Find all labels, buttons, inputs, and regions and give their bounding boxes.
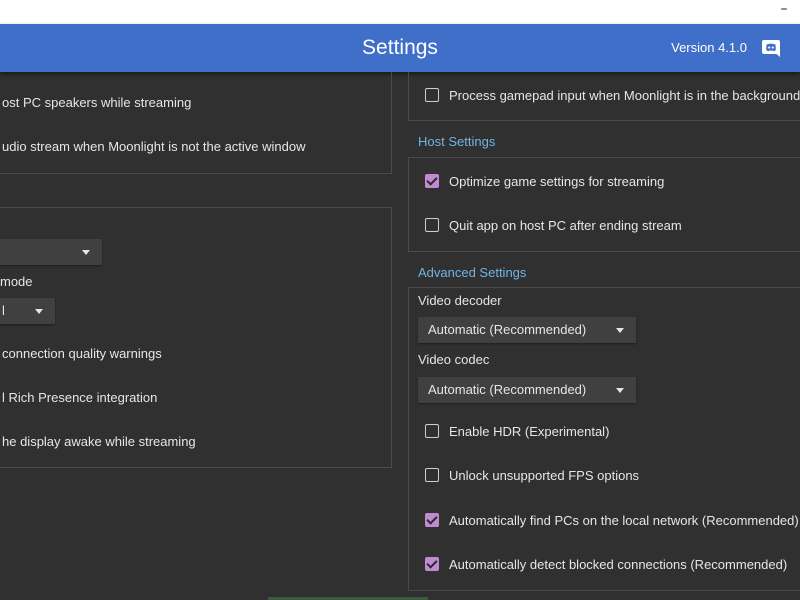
option-label: Automatically detect blocked connections… xyxy=(449,556,788,572)
host-option-quit-app[interactable]: Quit app on host PC after ending stream xyxy=(425,214,682,236)
checkbox[interactable] xyxy=(425,88,439,102)
advanced-option-find-pcs[interactable]: Automatically find PCs on the local netw… xyxy=(425,509,799,531)
host-option-optimize[interactable]: Optimize game settings for streaming xyxy=(425,170,664,192)
option-label: Automatically find PCs on the local netw… xyxy=(449,512,799,528)
ui-option-discord-presence[interactable]: l Rich Presence integration xyxy=(0,386,390,408)
option-label: Quit app on host PC after ending stream xyxy=(449,217,682,233)
gamepad-option-background-input[interactable]: Process gamepad input when Moonlight is … xyxy=(425,84,800,106)
version-label: Version 4.1.0 xyxy=(671,40,747,55)
option-label: he display awake while streaming xyxy=(2,433,196,449)
ui-option-keep-awake[interactable]: he display awake while streaming xyxy=(0,430,390,452)
minimize-button[interactable]: – xyxy=(774,0,794,24)
audio-option-play-on-host[interactable]: ost PC speakers while streaming xyxy=(0,91,392,113)
checkbox[interactable] xyxy=(425,424,439,438)
option-label: udio stream when Moonlight is not the ac… xyxy=(2,138,306,154)
video-codec-label: Video codec xyxy=(418,352,490,367)
advanced-option-hdr[interactable]: Enable HDR (Experimental) xyxy=(425,420,609,442)
advanced-option-detect-blocked[interactable]: Automatically detect blocked connections… xyxy=(425,553,787,575)
advanced-option-unlock-fps[interactable]: Unlock unsupported FPS options xyxy=(425,464,639,486)
ui-option-connection-warnings[interactable]: connection quality warnings xyxy=(0,342,390,364)
ui-options-clip: mode l connection quality warnings l Ric… xyxy=(0,208,390,467)
discord-icon[interactable] xyxy=(760,37,782,59)
option-label: Optimize game settings for streaming xyxy=(449,173,665,189)
option-label: Process gamepad input when Moonlight is … xyxy=(449,87,800,103)
option-label: Unlock unsupported FPS options xyxy=(449,467,640,483)
checkbox-checked[interactable] xyxy=(425,513,439,527)
checkbox[interactable] xyxy=(425,468,439,482)
host-settings-title: Host Settings xyxy=(418,134,496,149)
checkbox[interactable] xyxy=(425,218,439,232)
combo-value: Automatic (Recommended) xyxy=(428,322,587,337)
advanced-settings-title: Advanced Settings xyxy=(418,265,527,280)
video-decoder-combo[interactable]: Automatic (Recommended) xyxy=(418,317,636,343)
chevron-down-icon xyxy=(82,250,90,255)
ui-combo-2[interactable]: l xyxy=(0,298,55,324)
checkbox-checked[interactable] xyxy=(425,557,439,571)
window-titlebar: – xyxy=(0,0,800,24)
mode-label: mode xyxy=(0,274,33,289)
settings-toolbar: Settings Version 4.1.0 xyxy=(0,24,800,72)
chevron-down-icon xyxy=(616,388,624,393)
ui-combo-1[interactable] xyxy=(0,239,102,265)
combo-value: Automatic (Recommended) xyxy=(428,382,587,397)
chevron-down-icon xyxy=(35,309,43,314)
checkbox-checked[interactable] xyxy=(425,174,439,188)
audio-option-mute-inactive[interactable]: udio stream when Moonlight is not the ac… xyxy=(0,135,392,157)
video-decoder-label: Video decoder xyxy=(418,293,502,308)
video-codec-combo[interactable]: Automatic (Recommended) xyxy=(418,377,636,403)
combo-value: l xyxy=(2,303,5,318)
option-label: Enable HDR (Experimental) xyxy=(449,423,610,439)
option-label: ost PC speakers while streaming xyxy=(2,94,192,110)
audio-options-clip: ost PC speakers while streaming udio str… xyxy=(0,72,392,174)
chevron-down-icon xyxy=(616,328,624,333)
option-label: l Rich Presence integration xyxy=(2,389,158,405)
option-label: connection quality warnings xyxy=(2,345,162,361)
